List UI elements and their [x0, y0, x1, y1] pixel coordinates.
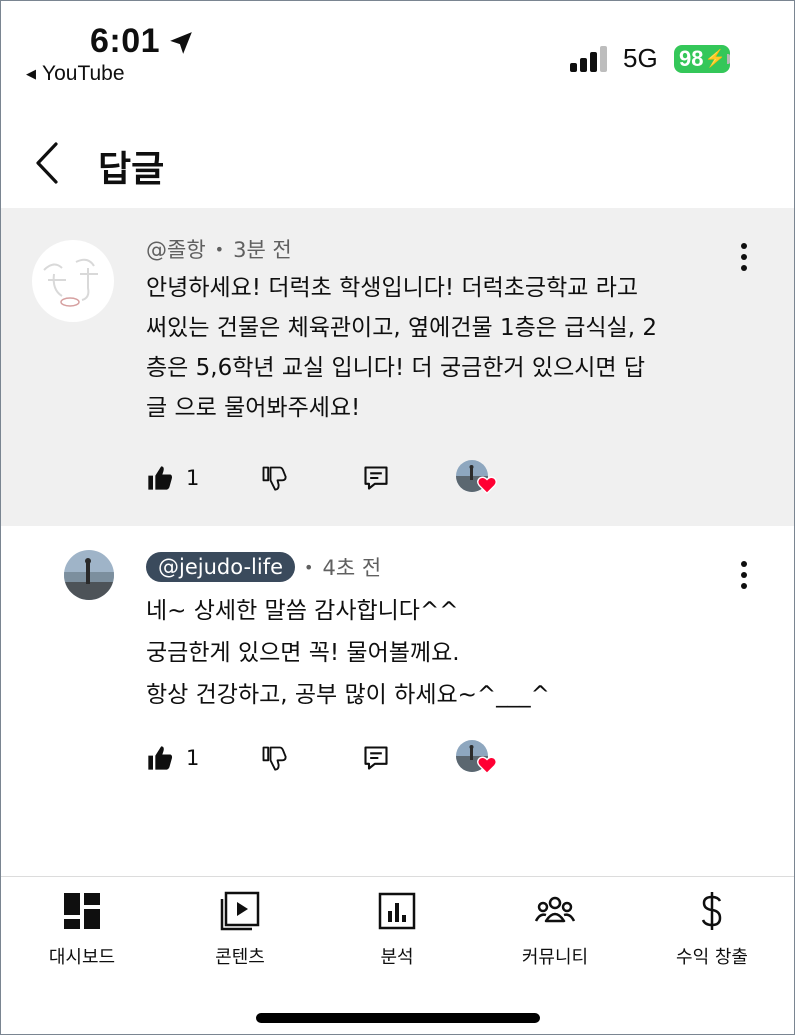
- heart-icon: [477, 476, 497, 495]
- reply-button[interactable]: [362, 740, 390, 776]
- back-arrow-icon[interactable]: [30, 140, 66, 186]
- monetization-icon: [701, 892, 722, 930]
- bottom-navigation: 대시보드 콘텐츠 분석 커뮤니티 수익 창출: [0, 876, 795, 1035]
- nav-label: 커뮤니티: [521, 947, 589, 968]
- comment-meta: @졸항 • 3분 전: [146, 234, 292, 264]
- nav-monetization[interactable]: 수익 창출: [642, 889, 782, 969]
- analytics-icon: [378, 892, 416, 930]
- handwritten-avatar-icon: [33, 241, 113, 321]
- thumbs-up-icon: [148, 466, 173, 490]
- content-icon: [220, 891, 260, 931]
- back-app-label: YouTube: [42, 62, 125, 85]
- comment-line: 층은 5,6학년 교실 입니다! 더 궁금한거 있으시면 답: [146, 355, 646, 381]
- reply-body: 네~ 상세한 말씀 감사합니다^^ 궁금한게 있으면 꼭! 물어볼께요. 항상 …: [146, 590, 550, 716]
- commenter-avatar[interactable]: [32, 240, 114, 322]
- reply-icon: [364, 746, 388, 770]
- battery-level: 98: [679, 46, 704, 71]
- battery-indicator: 98 ⚡: [674, 45, 730, 73]
- comment-time: 3분 전: [233, 238, 292, 262]
- nav-community[interactable]: 커뮤니티: [485, 889, 625, 969]
- comment-line: 써있는 건물은 체육관이고, 옆에건물 1층은 급식실, 2: [146, 315, 657, 341]
- cellular-signal-icon: [570, 46, 607, 72]
- page-title: 답글: [98, 149, 165, 190]
- nav-content[interactable]: 콘텐츠: [170, 889, 310, 969]
- more-options-icon[interactable]: [730, 558, 758, 592]
- community-icon: [534, 896, 576, 923]
- reply-meta: @jejudo-life • 4초 전: [146, 552, 381, 582]
- creator-heart-badge: [456, 460, 500, 500]
- comment-actions: 1: [146, 460, 506, 500]
- more-options-icon[interactable]: [730, 240, 758, 274]
- nav-label: 분석: [380, 947, 414, 968]
- battery-tip: [727, 54, 730, 64]
- back-to-app-link[interactable]: ◀ YouTube: [26, 62, 125, 86]
- comment-line: 글 으로 물어봐주세요!: [146, 395, 361, 421]
- creator-heart-badge: [456, 740, 500, 780]
- charging-bolt-icon: ⚡: [704, 49, 726, 68]
- thumbs-up-icon: [148, 746, 173, 770]
- thumbs-down-icon: [262, 466, 287, 491]
- location-arrow-icon: [170, 32, 192, 54]
- status-bar: 6:01 ◀ YouTube 5G 98 ⚡: [0, 0, 795, 100]
- network-type: 5G: [623, 43, 658, 73]
- reply-line: 항상 건강하고, 공부 많이 하세요~^___^: [146, 682, 550, 708]
- back-triangle-icon: ◀: [26, 66, 36, 81]
- dislike-button[interactable]: [260, 460, 288, 496]
- reply-line: 네~ 상세한 말씀 감사합니다^^: [146, 598, 459, 624]
- nav-label: 대시보드: [48, 947, 116, 968]
- dashboard-icon: [64, 893, 100, 929]
- status-time: 6:01: [90, 22, 161, 60]
- comment-body: 안녕하세요! 더럭초 학생입니다! 더럭초긍학교 라고 써있는 건물은 체육관이…: [146, 268, 657, 428]
- like-count: 1: [186, 746, 200, 770]
- reply-author-handle[interactable]: @jejudo-life: [146, 552, 296, 582]
- nav-label: 수익 창출: [676, 947, 748, 968]
- home-indicator[interactable]: [256, 1013, 540, 1023]
- reply-time: 4초 전: [322, 556, 382, 580]
- reply-icon: [364, 466, 388, 490]
- nav-dashboard[interactable]: 대시보드: [12, 889, 152, 969]
- heart-icon: [477, 756, 497, 775]
- reply-line: 궁금한게 있으면 꼭! 물어볼께요.: [146, 640, 460, 666]
- meta-separator: •: [214, 239, 225, 259]
- reply-button[interactable]: [362, 460, 390, 496]
- comment-author[interactable]: @졸항: [146, 234, 206, 264]
- reply-comment: @jejudo-life • 4초 전 네~ 상세한 말씀 감사합니다^^ 궁금…: [0, 526, 795, 816]
- parent-comment: @졸항 • 3분 전 안녕하세요! 더럭초 학생입니다! 더럭초긍학교 라고 써…: [0, 208, 795, 526]
- reply-actions: 1: [146, 740, 506, 780]
- nav-label: 콘텐츠: [215, 947, 265, 968]
- profile-photo-icon: [64, 550, 114, 600]
- comment-line: 안녕하세요! 더럭초 학생입니다! 더럭초긍학교 라고: [146, 275, 639, 301]
- meta-separator: •: [304, 557, 314, 577]
- like-button[interactable]: 1: [146, 740, 199, 776]
- like-count: 1: [186, 466, 200, 490]
- dislike-button[interactable]: [260, 740, 288, 776]
- nav-analytics[interactable]: 분석: [327, 889, 467, 969]
- reply-author-avatar[interactable]: [64, 550, 114, 600]
- like-button[interactable]: 1: [146, 460, 199, 496]
- page-header: 답글: [0, 118, 795, 206]
- thumbs-down-icon: [262, 746, 287, 771]
